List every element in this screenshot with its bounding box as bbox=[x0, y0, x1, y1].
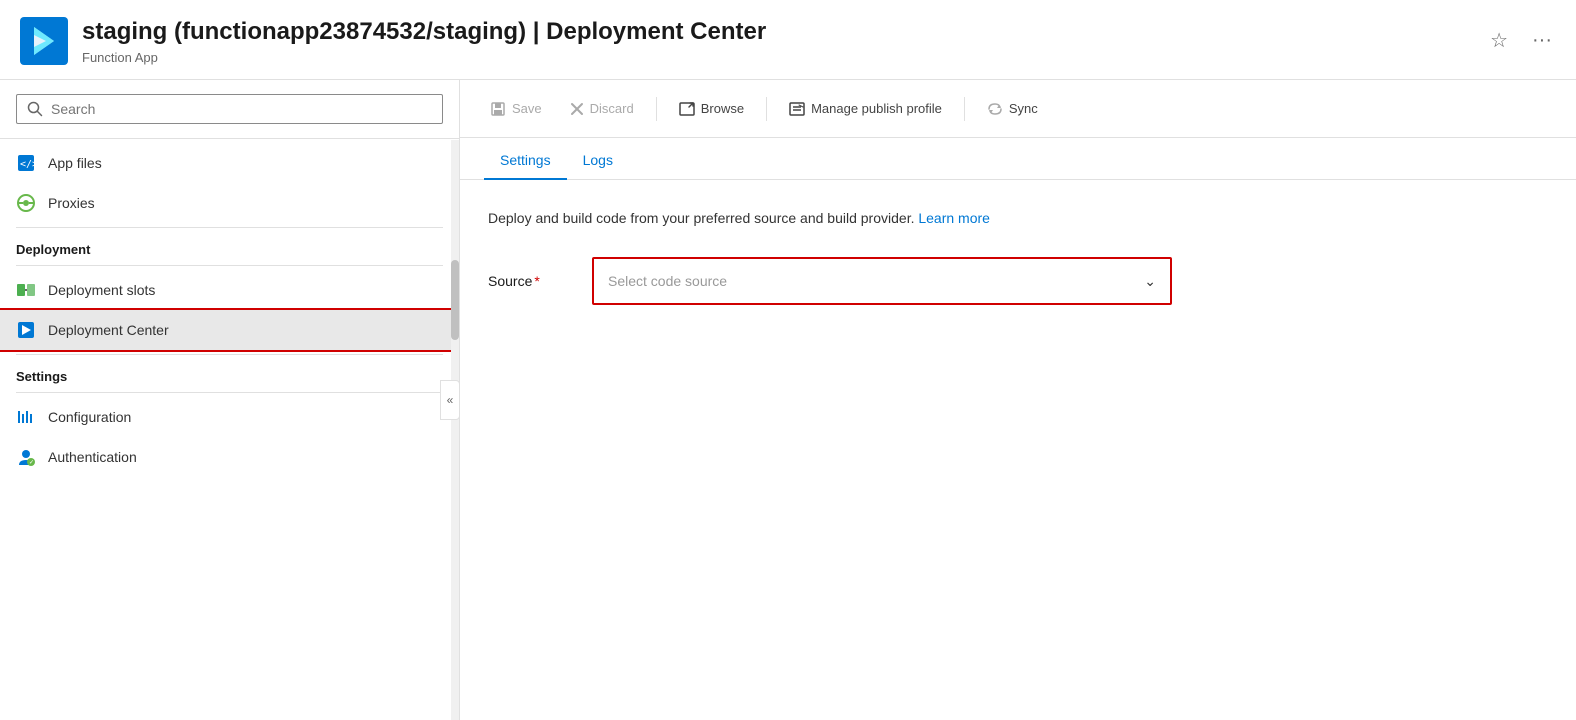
deployment-center-icon bbox=[16, 320, 36, 340]
manage-publish-button[interactable]: Manage publish profile bbox=[779, 95, 952, 123]
save-label: Save bbox=[512, 101, 542, 116]
sidebar-item-deployment-slots-label: Deployment slots bbox=[48, 282, 155, 298]
browse-button[interactable]: Browse bbox=[669, 95, 754, 123]
toolbar-separator-2 bbox=[766, 97, 767, 121]
manage-publish-icon bbox=[789, 101, 805, 117]
page-title: staging (functionapp23874532/staging) | … bbox=[82, 16, 1486, 47]
search-input[interactable] bbox=[51, 101, 432, 117]
source-select-placeholder: Select code source bbox=[608, 273, 727, 289]
sidebar-item-authentication-label: Authentication bbox=[48, 449, 137, 465]
sidebar-nav: </> App files Proxies bbox=[0, 139, 459, 720]
description-text: Deploy and build code from your preferre… bbox=[488, 208, 1548, 229]
required-star: * bbox=[534, 273, 539, 289]
sidebar-item-app-files-label: App files bbox=[48, 155, 102, 171]
source-form-row: Source* Select code source ⌄ bbox=[488, 257, 1548, 305]
deployment-divider bbox=[16, 227, 443, 228]
favorite-star-icon[interactable]: ☆ bbox=[1486, 24, 1512, 57]
sidebar-item-app-files[interactable]: </> App files bbox=[0, 143, 459, 183]
svg-text:✓: ✓ bbox=[29, 460, 34, 466]
toolbar-separator-3 bbox=[964, 97, 965, 121]
browse-label: Browse bbox=[701, 101, 744, 116]
main-layout: </> App files Proxies bbox=[0, 80, 1576, 720]
sidebar-item-proxies[interactable]: Proxies bbox=[0, 183, 459, 223]
authentication-icon: ✓ bbox=[16, 447, 36, 467]
source-select-dropdown[interactable]: Select code source ⌄ bbox=[594, 259, 1170, 303]
sidebar: </> App files Proxies bbox=[0, 80, 460, 720]
sidebar-item-proxies-label: Proxies bbox=[48, 195, 95, 211]
sync-button[interactable]: Sync bbox=[977, 95, 1048, 123]
search-icon bbox=[27, 101, 43, 117]
sync-icon bbox=[987, 101, 1003, 117]
browse-icon bbox=[679, 101, 695, 117]
resource-type: Function App bbox=[82, 50, 1486, 65]
app-logo bbox=[20, 17, 68, 65]
header-actions: ☆ ··· bbox=[1486, 24, 1556, 57]
sidebar-item-configuration[interactable]: Configuration bbox=[0, 397, 459, 437]
sidebar-scrollbar[interactable] bbox=[451, 140, 459, 720]
sidebar-item-authentication[interactable]: ✓ Authentication bbox=[0, 437, 459, 477]
more-options-icon[interactable]: ··· bbox=[1528, 25, 1556, 56]
deployment-slots-icon bbox=[16, 280, 36, 300]
save-button[interactable]: Save bbox=[480, 95, 552, 123]
search-container bbox=[0, 80, 459, 139]
configuration-icon bbox=[16, 407, 36, 427]
learn-more-link[interactable]: Learn more bbox=[918, 210, 990, 226]
discard-icon bbox=[570, 102, 584, 116]
sidebar-item-deployment-slots[interactable]: Deployment slots bbox=[0, 270, 459, 310]
toolbar: Save Discard Browse bbox=[460, 80, 1576, 138]
tab-settings[interactable]: Settings bbox=[484, 138, 567, 180]
settings-section-header: Settings bbox=[0, 359, 459, 388]
manage-publish-label: Manage publish profile bbox=[811, 101, 942, 116]
tab-bar: Settings Logs bbox=[460, 138, 1576, 180]
search-box[interactable] bbox=[16, 94, 443, 124]
discard-button[interactable]: Discard bbox=[560, 95, 644, 122]
sidebar-item-deployment-center-label: Deployment Center bbox=[48, 322, 169, 338]
chevron-down-icon: ⌄ bbox=[1144, 273, 1156, 290]
deployment-section-header: Deployment bbox=[0, 232, 459, 261]
settings-divider-2 bbox=[16, 392, 443, 393]
svg-text:</>: </> bbox=[20, 159, 36, 170]
proxies-icon bbox=[16, 193, 36, 213]
sidebar-item-deployment-center[interactable]: Deployment Center bbox=[0, 310, 459, 350]
discard-label: Discard bbox=[590, 101, 634, 116]
save-icon bbox=[490, 101, 506, 117]
source-select-container: Select code source ⌄ bbox=[592, 257, 1172, 305]
sidebar-item-configuration-label: Configuration bbox=[48, 409, 131, 425]
tab-logs[interactable]: Logs bbox=[567, 138, 629, 180]
source-label: Source* bbox=[488, 273, 568, 289]
header: staging (functionapp23874532/staging) | … bbox=[0, 0, 1576, 80]
sidebar-scrollbar-thumb bbox=[451, 260, 459, 340]
app-files-icon: </> bbox=[16, 153, 36, 173]
sync-label: Sync bbox=[1009, 101, 1038, 116]
toolbar-separator-1 bbox=[656, 97, 657, 121]
header-text-group: staging (functionapp23874532/staging) | … bbox=[82, 16, 1486, 64]
main-content: Deploy and build code from your preferre… bbox=[460, 180, 1576, 720]
content-area: Save Discard Browse bbox=[460, 80, 1576, 720]
settings-divider bbox=[16, 354, 443, 355]
sidebar-collapse-button[interactable]: « bbox=[440, 380, 460, 420]
deployment-divider-2 bbox=[16, 265, 443, 266]
